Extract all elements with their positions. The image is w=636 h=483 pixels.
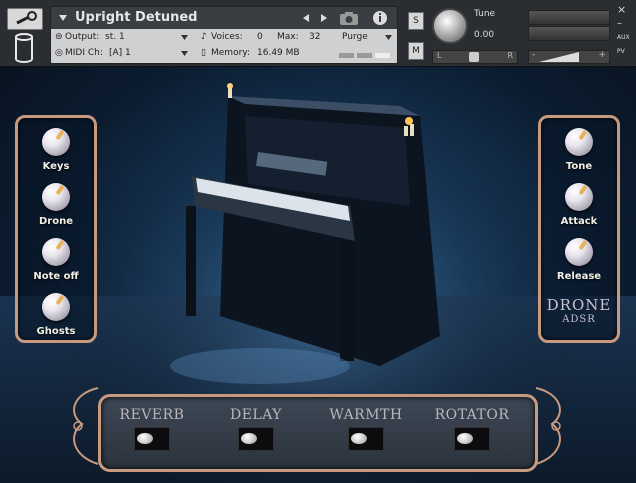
release-knob[interactable]: [565, 238, 593, 266]
memory-label: Memory:: [211, 48, 250, 58]
purge-dropdown-icon[interactable]: [385, 35, 392, 40]
instrument-artwork: Keys Drone Note off Ghosts Tone Attack R…: [0, 66, 636, 483]
midi-label: MIDI Ch:: [65, 48, 103, 58]
drone-knob[interactable]: [42, 183, 70, 211]
ghosts-knob[interactable]: [42, 293, 70, 321]
drone-adsr-subtitle: ADSR: [562, 314, 596, 325]
close-button[interactable]: ×: [617, 3, 626, 16]
tone-label: Tone: [565, 161, 593, 172]
tune-knob[interactable]: [432, 8, 468, 44]
midi-value[interactable]: [A] 1: [109, 48, 131, 58]
memory-value: 16.49 MB: [257, 48, 300, 58]
instrument-header: Upright Detuned ⊜ Output: st. 1 ♪ Voices…: [0, 0, 636, 67]
memory-icon: ▯: [201, 48, 206, 58]
voices-icon: ♪: [201, 32, 207, 42]
voices-value: 0: [257, 32, 263, 42]
reverb-label: REVERB: [119, 407, 185, 423]
snapshot-area: [335, 7, 397, 29]
delay-label: DELAY: [229, 407, 283, 423]
warmth-control: WARMTH: [321, 407, 411, 451]
reverb-control: REVERB: [107, 407, 197, 451]
purge-indicator: [339, 53, 390, 58]
delay-toggle[interactable]: [238, 427, 274, 451]
note-off-label: Note off: [33, 271, 79, 282]
tune-value[interactable]: 0.00: [474, 30, 494, 40]
output-dropdown-icon[interactable]: [181, 35, 188, 40]
wrench-icon: [16, 11, 37, 25]
keys-knob[interactable]: [42, 128, 70, 156]
title-bar: Upright Detuned: [51, 7, 335, 29]
next-instrument-icon[interactable]: [321, 14, 327, 22]
left-control-panel: Keys Drone Note off Ghosts: [15, 115, 97, 343]
attack-label: Attack: [560, 216, 598, 227]
output-label: Output:: [65, 32, 100, 42]
pan-right-label: R: [507, 51, 513, 60]
release-label: Release: [556, 271, 602, 282]
voices-label: Voices:: [211, 32, 243, 42]
tune-label: Tune: [474, 9, 496, 19]
level-meter-right: [528, 26, 610, 41]
wrench-button[interactable]: [7, 8, 43, 30]
pan-left-label: L: [437, 51, 442, 60]
keys-control: Keys: [21, 128, 91, 172]
max-voices-value[interactable]: 32: [309, 32, 320, 42]
rotator-label: ROTATOR: [434, 407, 510, 423]
rotator-control: ROTATOR: [427, 407, 517, 451]
note-off-knob[interactable]: [42, 238, 70, 266]
left-ornament: [73, 387, 99, 465]
instrument-icon: [15, 33, 33, 63]
max-label: Max:: [277, 32, 299, 42]
attack-control: Attack: [544, 183, 614, 227]
drone-control: Drone: [21, 183, 91, 227]
minimize-button[interactable]: –: [617, 18, 622, 29]
solo-button[interactable]: S: [408, 12, 424, 30]
output-icon: ⊜: [55, 32, 63, 42]
volume-slider[interactable]: - +: [528, 50, 610, 64]
ghosts-label: Ghosts: [36, 326, 76, 337]
instrument-name[interactable]: Upright Detuned: [75, 10, 197, 25]
drone-label: Drone: [38, 216, 73, 227]
effects-panel: REVERB DELAY WARMTH ROTATOR: [98, 394, 538, 472]
prev-instrument-icon[interactable]: [303, 14, 309, 22]
release-control: Release: [544, 238, 614, 282]
volume-plus-label: +: [598, 50, 606, 60]
midi-icon: ◎: [55, 48, 63, 58]
info-icon[interactable]: [369, 10, 391, 26]
camera-icon[interactable]: [337, 10, 361, 26]
keys-label: Keys: [42, 161, 70, 172]
instrument-info-panel: Upright Detuned ⊜ Output: st. 1 ♪ Voices…: [50, 6, 398, 64]
note-off-control: Note off: [21, 238, 91, 282]
right-ornament: [535, 387, 561, 465]
dropdown-arrow-icon[interactable]: [59, 15, 67, 21]
rotator-toggle[interactable]: [454, 427, 490, 451]
level-meter-left: [528, 10, 610, 25]
pv-button[interactable]: PV: [617, 48, 625, 55]
pan-slider[interactable]: L R: [432, 50, 518, 64]
aux-button[interactable]: AUX: [617, 34, 630, 41]
mute-button[interactable]: M: [408, 42, 424, 60]
warmth-toggle[interactable]: [348, 427, 384, 451]
tone-knob[interactable]: [565, 128, 593, 156]
volume-ramp: [539, 52, 579, 62]
right-control-panel: Tone Attack Release DRONE ADSR: [538, 115, 620, 343]
pan-handle[interactable]: [469, 52, 479, 62]
purge-button[interactable]: Purge: [342, 32, 368, 42]
volume-minus-label: -: [532, 50, 536, 60]
ghosts-control: Ghosts: [21, 293, 91, 337]
instrument-window: Upright Detuned ⊜ Output: st. 1 ♪ Voices…: [0, 0, 636, 483]
tone-control: Tone: [544, 128, 614, 172]
delay-control: DELAY: [211, 407, 301, 451]
attack-knob[interactable]: [565, 183, 593, 211]
reverb-toggle[interactable]: [134, 427, 170, 451]
output-value[interactable]: st. 1: [105, 32, 125, 42]
drone-adsr-title: DRONE: [546, 296, 612, 314]
midi-dropdown-icon[interactable]: [181, 51, 188, 56]
warmth-label: WARMTH: [329, 407, 403, 423]
